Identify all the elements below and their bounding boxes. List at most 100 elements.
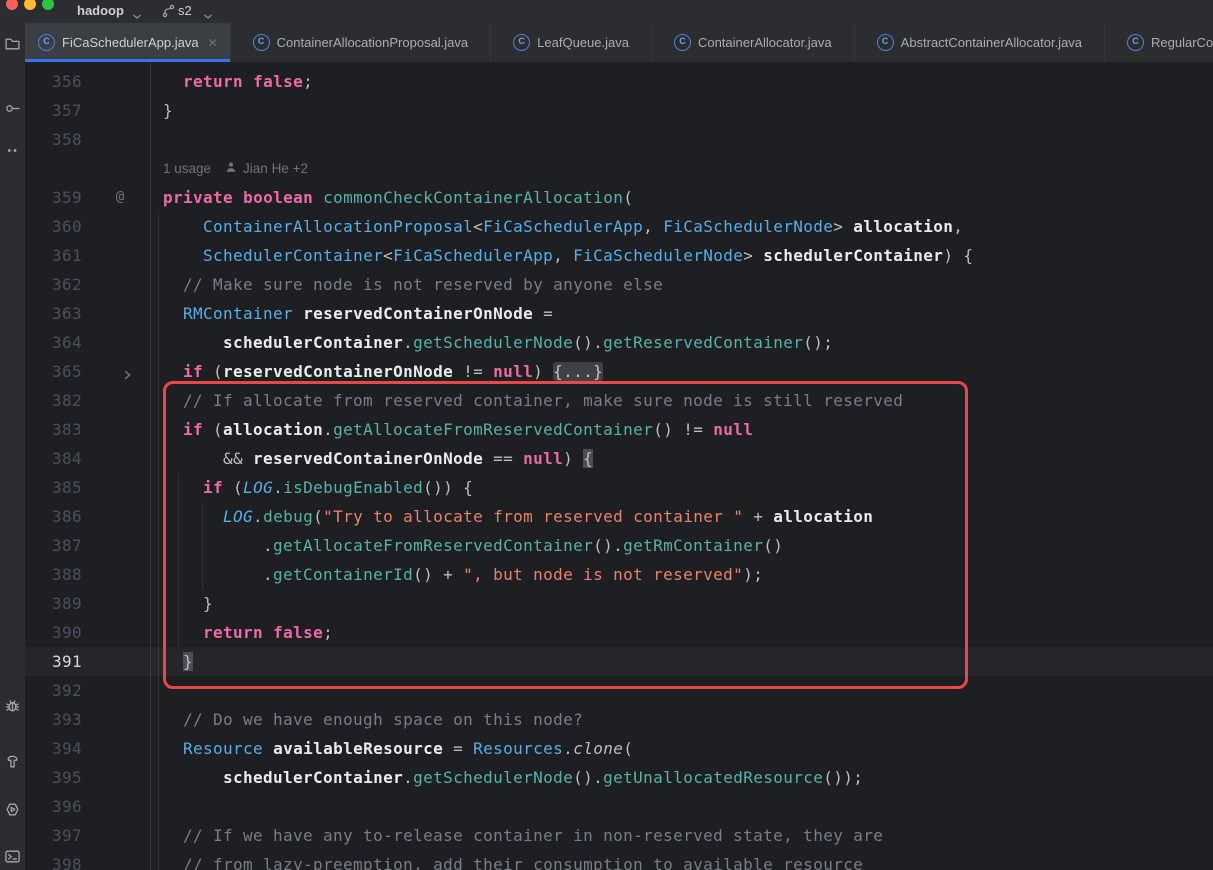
- class-icon: C: [1127, 34, 1144, 51]
- code-token: FiCaSchedulerApp: [483, 217, 643, 236]
- code-token: schedulerContainer: [223, 768, 403, 787]
- line-number[interactable]: 388: [25, 560, 82, 589]
- services-tool-button[interactable]: [4, 801, 21, 818]
- folded-region[interactable]: {...}: [553, 362, 603, 381]
- commit-tool-button[interactable]: [4, 100, 21, 117]
- code-token: .: [403, 768, 413, 787]
- close-icon[interactable]: ✕: [208, 37, 218, 49]
- line-number[interactable]: 358: [25, 125, 82, 154]
- code-line[interactable]: 361 SchedulerContainer<FiCaSchedulerApp,…: [25, 241, 1213, 270]
- code-line[interactable]: 356 return false;: [25, 67, 1213, 96]
- line-number[interactable]: 395: [25, 763, 82, 792]
- terminal-tool-button[interactable]: [4, 848, 21, 865]
- code-line[interactable]: 396: [25, 792, 1213, 821]
- code-line[interactable]: 395 schedulerContainer.getSchedulerNode(…: [25, 763, 1213, 792]
- code-token: (: [623, 739, 633, 758]
- code-token: +: [743, 507, 773, 526]
- line-number[interactable]: 359: [25, 183, 82, 212]
- code-token: [143, 72, 183, 91]
- line-number[interactable]: 398: [25, 850, 82, 870]
- code-line[interactable]: 359@ private boolean commonCheckContaine…: [25, 183, 1213, 212]
- code-line[interactable]: 391 }: [25, 647, 1213, 676]
- line-number[interactable]: 362: [25, 270, 82, 299]
- line-number[interactable]: 396: [25, 792, 82, 821]
- code-line[interactable]: 386 LOG.debug("Try to allocate from rese…: [25, 502, 1213, 531]
- editor-tab[interactable]: CAbstractContainerAllocator.java: [854, 23, 1104, 62]
- code-line[interactable]: 388 .getContainerId() + ", but node is n…: [25, 560, 1213, 589]
- code-token: getRmContainer: [623, 536, 763, 555]
- line-number[interactable]: 397: [25, 821, 82, 850]
- authors-hint[interactable]: Jian He +2: [225, 161, 308, 176]
- editor-tab[interactable]: CFiCaSchedulerApp.java✕: [25, 23, 230, 62]
- code-token: [143, 507, 223, 526]
- debug-tool-button[interactable]: [4, 697, 21, 714]
- code-line[interactable]: 364 schedulerContainer.getSchedulerNode(…: [25, 328, 1213, 357]
- usages-hint[interactable]: 1 usage: [163, 161, 211, 176]
- project-folder-tool-button[interactable]: [4, 35, 21, 52]
- line-number[interactable]: 394: [25, 734, 82, 763]
- line-number[interactable]: 357: [25, 96, 82, 125]
- code-line[interactable]: 390 return false;: [25, 618, 1213, 647]
- project-switcher[interactable]: hadoop: [77, 1, 124, 21]
- minimize-button[interactable]: [24, 0, 36, 10]
- close-button[interactable]: [6, 0, 18, 10]
- debug-icon: [4, 697, 21, 714]
- line-number[interactable]: 382: [25, 386, 82, 415]
- code-line[interactable]: 383 if (allocation.getAllocateFromReserv…: [25, 415, 1213, 444]
- code-text: if (reservedContainerOnNode != null) {..…: [143, 357, 603, 386]
- editor-tab[interactable]: CRegularCo: [1104, 23, 1213, 62]
- code-line[interactable]: 392: [25, 676, 1213, 705]
- line-number[interactable]: 365: [25, 357, 82, 386]
- tab-label: ContainerAllocator.java: [698, 35, 832, 50]
- line-number[interactable]: 389: [25, 589, 82, 618]
- code-line[interactable]: 393 // Do we have enough space on this n…: [25, 705, 1213, 734]
- code-line[interactable]: 387 .getAllocateFromReservedContainer().…: [25, 531, 1213, 560]
- code-line[interactable]: 382 // If allocate from reserved contain…: [25, 386, 1213, 415]
- code-token: // Do we have enough space on this node?: [143, 710, 583, 729]
- line-number[interactable]: 385: [25, 473, 82, 502]
- code-line[interactable]: 358: [25, 125, 1213, 154]
- code-token: null: [523, 449, 563, 468]
- line-number[interactable]: 356: [25, 67, 82, 96]
- code-line[interactable]: 389 }: [25, 589, 1213, 618]
- editor-pane[interactable]: 356 return false;357 }358 1 usage Jian He …: [25, 62, 1213, 870]
- line-number[interactable]: 390: [25, 618, 82, 647]
- code-token: if: [183, 362, 203, 381]
- line-number[interactable]: 393: [25, 705, 82, 734]
- line-number[interactable]: 383: [25, 415, 82, 444]
- line-number[interactable]: 391: [25, 647, 82, 676]
- line-number[interactable]: 387: [25, 531, 82, 560]
- editor-tab[interactable]: CContainerAllocator.java: [651, 23, 854, 62]
- line-number[interactable]: 392: [25, 676, 82, 705]
- more-tool-windows-tool-button[interactable]: [4, 142, 21, 159]
- editor-tab[interactable]: CContainerAllocationProposal.java: [230, 23, 491, 62]
- line-number[interactable]: 386: [25, 502, 82, 531]
- code-token: return: [183, 72, 243, 91]
- build-tool-button[interactable]: [4, 753, 21, 770]
- code-line[interactable]: 360 ContainerAllocationProposal<FiCaSche…: [25, 212, 1213, 241]
- code-line[interactable]: 363 RMContainer reservedContainerOnNode …: [25, 299, 1213, 328]
- code-token: FiCaSchedulerNode: [663, 217, 833, 236]
- line-number[interactable]: 361: [25, 241, 82, 270]
- code-line[interactable]: 397 // If we have any to-release contain…: [25, 821, 1213, 850]
- code-token: (: [313, 507, 323, 526]
- line-number[interactable]: 364: [25, 328, 82, 357]
- code-token: FiCaSchedulerNode: [573, 246, 743, 265]
- branch-switcher[interactable]: s2: [178, 1, 192, 21]
- editor-tab[interactable]: CLeafQueue.java: [490, 23, 651, 62]
- code-line[interactable]: 365 if (reservedContainerOnNode != null)…: [25, 357, 1213, 386]
- code-token: ;: [323, 623, 333, 642]
- code-line[interactable]: 362 // Make sure node is not reserved by…: [25, 270, 1213, 299]
- code-line[interactable]: 398 // from lazy-preemption, add their c…: [25, 850, 1213, 870]
- line-number[interactable]: 363: [25, 299, 82, 328]
- code-line[interactable]: 385 if (LOG.isDebugEnabled()) {: [25, 473, 1213, 502]
- line-number[interactable]: 384: [25, 444, 82, 473]
- inlay-hint-line[interactable]: 1 usage Jian He +2: [25, 154, 1213, 183]
- code-line[interactable]: 394 Resource availableResource = Resourc…: [25, 734, 1213, 763]
- fold-arrow-icon[interactable]: [124, 367, 132, 385]
- code-token: [263, 623, 273, 642]
- zoom-button[interactable]: [42, 0, 54, 10]
- code-line[interactable]: 357 }: [25, 96, 1213, 125]
- line-number[interactable]: 360: [25, 212, 82, 241]
- code-line[interactable]: 384 && reservedContainerOnNode == null) …: [25, 444, 1213, 473]
